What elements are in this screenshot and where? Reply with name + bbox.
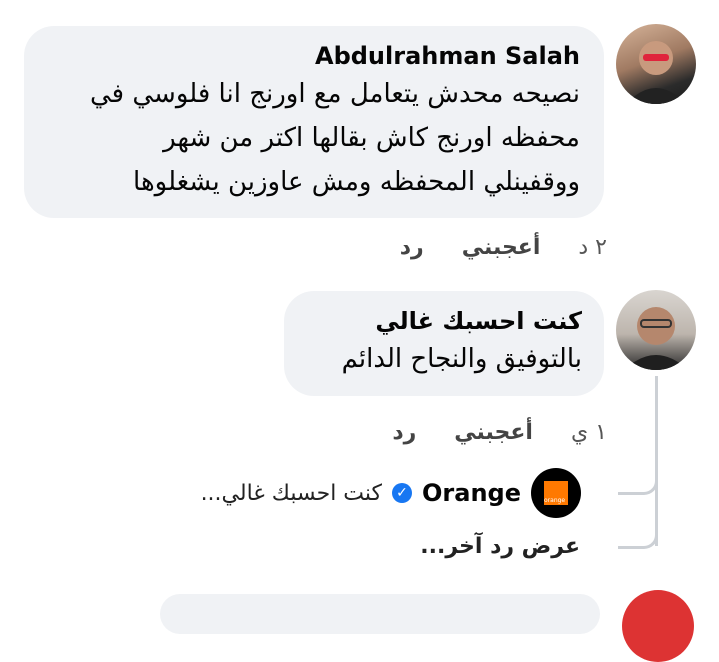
nested-reply[interactable]: orange Orange ✓ كنت احسبك غالي... [201, 468, 581, 518]
comment-bubble-3 [160, 594, 600, 634]
reply-preview: كنت احسبك غالي... [200, 480, 383, 506]
comment-actions-2: ١ ي أعجبني رد [392, 420, 607, 445]
person-silhouette-icon [626, 41, 686, 104]
like-button[interactable]: أعجبني [462, 235, 541, 260]
reply-button[interactable]: رد [392, 420, 416, 445]
comment-time: ١ ي [570, 420, 607, 445]
view-more-replies-link[interactable]: عرض رد آخر... [420, 534, 580, 559]
comment-author[interactable]: كنت احسبك غالي [306, 305, 582, 337]
thread-line-branch [618, 500, 658, 549]
verified-badge-icon: ✓ [392, 483, 413, 503]
reply-author[interactable]: Orange [422, 479, 521, 507]
comment-bubble-1: Abdulrahman Salah نصيحه محدش يتعامل مع ا… [24, 26, 604, 218]
comment-text-line: نصيحه محدش يتعامل مع اورنج انا فلوسي في [90, 79, 580, 109]
reply-button[interactable]: رد [400, 235, 424, 260]
avatar-commenter-2[interactable] [616, 290, 696, 370]
comment-author[interactable]: Abdulrahman Salah [46, 40, 580, 72]
like-button[interactable]: أعجبني [454, 420, 533, 445]
person-silhouette-icon [624, 307, 688, 370]
comment-text-line: ووقفينلي المحفظه ومش عاوزين يشغلوها [133, 167, 580, 197]
thread-line-branch [618, 440, 658, 495]
comment-time: ٢ د [578, 235, 607, 260]
orange-avatar[interactable]: orange [531, 468, 581, 518]
comment-bubble-2: كنت احسبك غالي بالتوفيق والنجاح الدائم [284, 291, 604, 396]
orange-logo-text: orange [544, 497, 566, 504]
avatar-abdulrahman[interactable] [616, 24, 696, 104]
comment-text-line: بالتوفيق والنجاح الدائم [341, 344, 582, 374]
comment-text-line: محفظه اورنج كاش بقالها اكتر من شهر [163, 123, 580, 153]
comment-actions-1: ٢ د أعجبني رد [400, 235, 607, 260]
